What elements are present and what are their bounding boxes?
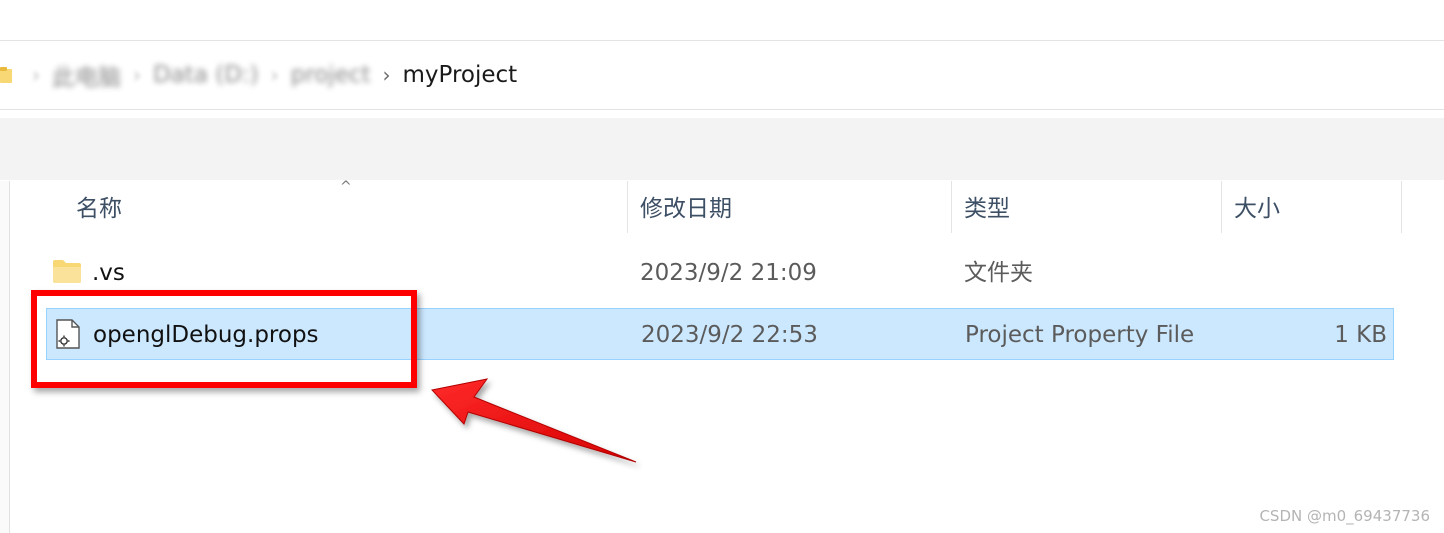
annotation-arrow-icon — [431, 378, 637, 463]
watermark: CSDN @m0_69437736 — [1259, 507, 1430, 525]
